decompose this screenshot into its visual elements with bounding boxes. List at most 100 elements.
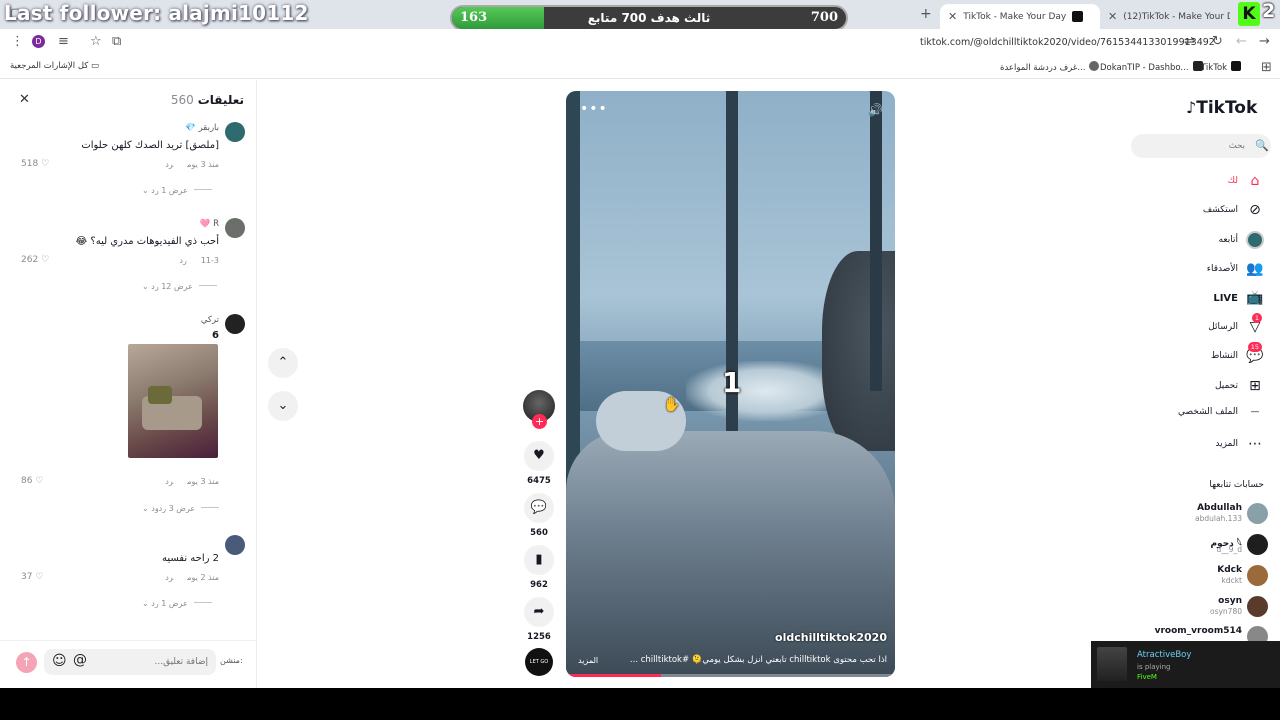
address-bar[interactable]: tiktok.com/@oldchilltiktok2020/video/761… <box>920 37 1215 48</box>
reply-button[interactable]: رد <box>179 256 186 265</box>
share-page-icon[interactable]: ⧉ <box>112 34 121 49</box>
video-author[interactable]: oldchilltiktok2020 <box>775 631 887 644</box>
comment-username[interactable]: تركي <box>201 315 219 325</box>
video-caption: اذا تحب محتوى chilltiktok تابعني انزل بش… <box>629 655 887 665</box>
mention-icon[interactable]: @ <box>73 652 87 668</box>
nav-profile[interactable]: — الملف الشخصي <box>1178 407 1264 417</box>
profile-icon: — <box>1250 407 1260 417</box>
all-bookmarks-link[interactable]: كل الإشارات المرجعية ▭ <box>10 61 99 71</box>
video-progress-bar[interactable] <box>566 674 895 677</box>
search-input[interactable] <box>1131 134 1271 158</box>
avatar[interactable] <box>225 314 245 334</box>
nav-upload[interactable]: ⊞ تحميل <box>1215 378 1264 394</box>
activity-badge: 15 <box>1247 342 1262 352</box>
account-handle: osyn780 <box>1209 607 1242 616</box>
account-handle: d__9_d <box>1216 545 1242 554</box>
emoji-icon[interactable]: ☺ <box>52 653 67 669</box>
comment-text: [ملصق] تريد الصدك كلهن حلوات <box>81 140 219 151</box>
reply-button[interactable]: رد <box>165 573 173 582</box>
video-scene <box>822 251 895 451</box>
nav-friends[interactable]: 👥 الأصدقاء <box>1207 261 1264 277</box>
video-player[interactable]: 1 ••• 🔊 oldchilltiktok2020 اذا تحب محتوى… <box>566 91 895 677</box>
following-account[interactable]: Abdullah abdulah.133 <box>1118 503 1268 527</box>
bookmark-dokantip[interactable]: DokanTIP - Dashbo... <box>1100 61 1207 73</box>
chevron-down-icon: ⌄ <box>277 398 289 413</box>
close-comments-button[interactable]: ✕ <box>19 92 30 107</box>
nav-live[interactable]: 📺 LIVE <box>1213 290 1264 306</box>
following-account[interactable]: osyn osyn780 <box>1118 596 1268 620</box>
avatar <box>1247 565 1268 586</box>
avatar[interactable] <box>225 218 245 238</box>
caption-more-button[interactable]: المزيد <box>578 656 598 665</box>
tiktok-logo[interactable]: ♪TikTok <box>1186 98 1257 118</box>
avatar[interactable] <box>225 535 245 555</box>
avatar[interactable] <box>225 122 245 142</box>
tab-title: (12)TikTok - Make Your Day <box>1123 11 1230 22</box>
view-replies-button[interactable]: ⌄ عرض 1 رد <box>142 599 212 608</box>
streamer-game: FiveM <box>1137 673 1157 681</box>
streamer-status: is playing <box>1137 663 1171 671</box>
volume-icon[interactable]: 🔊 <box>868 103 883 117</box>
comment-image[interactable] <box>128 344 218 458</box>
bookmark-chat-rooms[interactable]: غرف دردشة المواعدة... <box>1000 61 1103 73</box>
following-account[interactable]: دحوم 𓆩 d__9_d <box>1118 534 1268 558</box>
next-video-button[interactable]: ⌄ <box>268 391 298 421</box>
close-icon[interactable]: ✕ <box>1108 10 1117 23</box>
following-account[interactable]: Kdck kdckt <box>1118 565 1268 589</box>
media-controls-icon[interactable]: ≡ <box>58 34 69 49</box>
comment-like-button[interactable]: 518 ♡ <box>21 159 49 169</box>
comment-text: 2 راحه نفسيه <box>161 553 219 564</box>
comments-count: 560 <box>170 93 194 107</box>
nav-more[interactable]: ⋯ المزيد <box>1215 436 1264 452</box>
bookmark-star-icon[interactable]: ☆ <box>90 34 102 49</box>
view-replies-button[interactable]: ⌄ عرض 12 رد <box>142 282 217 291</box>
comment-input[interactable] <box>44 649 216 675</box>
chevron-up-icon: ⌃ <box>277 355 289 370</box>
new-tab-button[interactable]: + <box>920 6 932 22</box>
nav-explore[interactable]: ⊘ استكشف <box>1203 202 1264 218</box>
comment-like-button[interactable]: 86 ♡ <box>21 476 43 486</box>
forward-icon[interactable]: ← <box>1236 34 1247 49</box>
friends-icon: 👥 <box>1246 261 1264 277</box>
follow-plus-button[interactable]: + <box>532 414 547 429</box>
account-name: Abdullah <box>1197 503 1242 513</box>
share-button[interactable]: ➦ <box>524 597 554 627</box>
reply-button[interactable]: رد <box>165 477 173 486</box>
comment-like-button[interactable]: 262 ♡ <box>21 255 49 265</box>
comment-username[interactable]: باربقر 💎 <box>185 123 219 133</box>
nav-activity[interactable]: 💬 15 النشاط <box>1211 342 1264 364</box>
comment-meta: منذ 3 يومرد <box>165 477 219 486</box>
profile-avatar[interactable]: D <box>32 35 45 48</box>
kebab-menu-icon[interactable]: ⋮ <box>11 34 24 49</box>
save-button[interactable]: ▮ <box>524 545 554 575</box>
heart-outline-icon: ♡ <box>41 255 50 265</box>
bookmark-tiktok[interactable]: TikTok <box>1201 61 1245 73</box>
comment-username[interactable]: R 🩷 <box>200 219 219 229</box>
back-icon[interactable]: → <box>1259 34 1270 49</box>
account-name: vroom_vroom514 <box>1154 626 1242 636</box>
comment-meta: 11-3رد <box>179 256 219 265</box>
comment-button[interactable]: 💬 <box>524 493 554 523</box>
taskbar-area <box>0 688 1280 720</box>
video-options-icon[interactable]: ••• <box>580 101 608 117</box>
nav-messages[interactable]: ▽ 1 الرسائل <box>1208 313 1264 335</box>
live-icon: 📺 <box>1246 290 1264 306</box>
home-icon: ⌂ <box>1250 173 1260 189</box>
tab-tiktok-2[interactable]: ✕ (12)TikTok - Make Your Day <box>1100 4 1230 29</box>
goal-label: ثالث هدف 700 متابع <box>587 11 711 25</box>
view-replies-button[interactable]: ⌄ عرض 1 رد <box>142 186 212 195</box>
reply-button[interactable]: رد <box>165 160 173 169</box>
view-replies-button[interactable]: ⌄ عرض 3 ردود <box>142 504 220 513</box>
music-disc-button[interactable]: LET GO <box>525 648 553 676</box>
tab-tiktok-active[interactable]: ✕ TikTok - Make Your Day <box>940 4 1100 29</box>
close-icon[interactable]: ✕ <box>948 10 957 23</box>
previous-video-button[interactable]: ⌃ <box>268 348 298 378</box>
post-comment-button[interactable]: ↑ <box>16 652 37 673</box>
search-icon[interactable]: 🔍 <box>1255 139 1269 152</box>
apps-grid-icon[interactable]: ⊞ <box>1261 60 1272 75</box>
goal-target: 700 <box>810 10 838 25</box>
comment-like-button[interactable]: 37 ♡ <box>21 572 43 582</box>
nav-following[interactable]: أتابعه <box>1219 231 1264 249</box>
like-button[interactable]: ♥ <box>524 441 554 471</box>
nav-for-you[interactable]: ⌂ لك <box>1228 173 1264 189</box>
